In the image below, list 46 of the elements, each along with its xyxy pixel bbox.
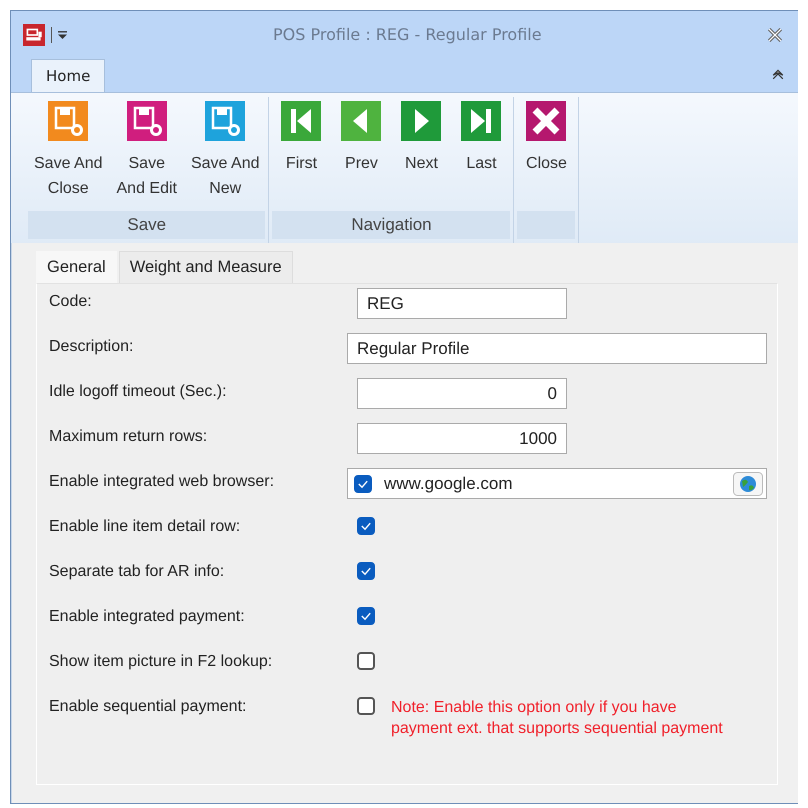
window-title: POS Profile : REG - Regular Profile [273, 25, 543, 44]
form-tab[interactable]: Weight and Measure [118, 251, 293, 283]
url-text: www.google.com [384, 473, 514, 495]
url-field[interactable]: www.google.com [347, 468, 767, 499]
checkbox[interactable] [357, 607, 375, 625]
input-field[interactable]: REG [357, 288, 567, 319]
app-icon [23, 24, 45, 46]
floppy-icon [126, 101, 167, 141]
field-label: Maximum return rows: [49, 427, 208, 446]
checkbox[interactable] [357, 652, 375, 670]
field-label: Enable integrated payment: [49, 607, 246, 626]
close-icon[interactable] [766, 28, 784, 42]
checkbox[interactable] [357, 517, 375, 535]
ribbon-button[interactable]: Save And Edit [110, 97, 184, 211]
ribbon-button[interactable]: Last [451, 97, 512, 211]
note-text: Note: Enable this option only if you have payment ext. that supports sequential payment [391, 698, 723, 739]
ribbon-button[interactable]: Save And New [184, 97, 266, 211]
floppy-icon [48, 101, 88, 141]
field-label: Separate tab for AR info: [49, 562, 226, 581]
ribbon-button[interactable]: Prev [331, 97, 392, 211]
input-field[interactable]: 0 [357, 378, 567, 409]
field-label: Enable line item detail row: [49, 517, 242, 536]
field-label: Enable integrated web browser: [49, 472, 276, 491]
group-label: Save [28, 211, 266, 239]
input-field[interactable]: Regular Profile [347, 333, 767, 364]
checkbox[interactable] [357, 562, 375, 580]
collapse-icon[interactable] [772, 68, 784, 80]
group-label: Navigation [272, 211, 510, 239]
close-icon [526, 101, 566, 141]
field-label: Description: [49, 337, 134, 356]
field-label: Enable sequential payment: [49, 697, 248, 716]
ribbon-button[interactable]: Next [391, 97, 452, 211]
checkbox[interactable] [357, 697, 375, 715]
form-tab[interactable]: General [36, 251, 117, 283]
ribbon-tab[interactable]: Home [31, 59, 106, 92]
ribbon-button[interactable]: First [271, 97, 332, 211]
ribbon-button[interactable]: Save And Close [27, 97, 110, 211]
ribbon-button[interactable]: Close [516, 97, 576, 211]
checkbox[interactable] [354, 474, 372, 492]
field-label: Show item picture in F2 lookup: [49, 652, 274, 671]
dropdown-icon[interactable] [58, 30, 67, 39]
input-field[interactable]: 1000 [357, 423, 567, 454]
globe-icon[interactable] [733, 472, 763, 496]
field-label: Code: [49, 292, 93, 311]
floppy-icon [205, 101, 246, 141]
field-label: Idle logoff timeout (Sec.): [49, 382, 228, 401]
